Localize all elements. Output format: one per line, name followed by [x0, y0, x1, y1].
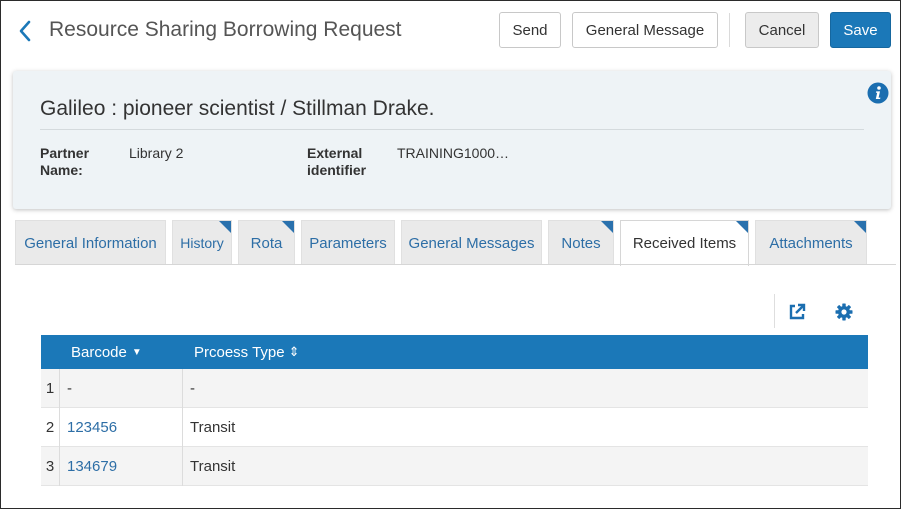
tab-history[interactable]: History: [172, 220, 232, 265]
tab-attachments[interactable]: Attachments: [755, 220, 867, 265]
column-separator: [182, 447, 183, 486]
request-title: Galileo : pioneer scientist / Stillman D…: [40, 97, 435, 120]
partner-name-label: Partner Name:: [40, 145, 89, 179]
sort-desc-icon: ▼: [131, 346, 142, 358]
header-divider: [729, 13, 730, 47]
tab-general-information[interactable]: General Information: [15, 220, 166, 265]
tab-label: Notes: [561, 234, 601, 252]
tab-label: General Information: [24, 234, 157, 252]
tab-corner-indicator: [219, 221, 231, 233]
column-label: Barcode: [71, 343, 127, 361]
process-type-cell: -: [190, 380, 195, 397]
export-icon[interactable]: [787, 302, 807, 322]
gear-icon[interactable]: [834, 302, 854, 322]
tab-notes[interactable]: Notes: [548, 220, 614, 265]
request-summary-card: Galileo : pioneer scientist / Stillman D…: [13, 71, 891, 209]
tab-label: History: [180, 235, 224, 251]
tab-label: Received Items: [632, 235, 737, 252]
received-items-table: Barcode ▼ Prcoess Type ⇕ 1 - - 2 123456 …: [41, 335, 868, 486]
column-header-barcode[interactable]: Barcode ▼: [71, 335, 142, 369]
tab-corner-indicator: [282, 221, 294, 233]
tab-parameters[interactable]: Parameters: [301, 220, 395, 265]
table-row: 2 123456 Transit: [41, 408, 868, 447]
save-button[interactable]: Save: [830, 12, 891, 48]
row-number: 3: [41, 447, 60, 486]
tab-corner-indicator: [601, 221, 613, 233]
barcode-cell: -: [67, 380, 72, 397]
row-number: 1: [41, 369, 60, 408]
tab-baseline: [15, 264, 896, 265]
row-number: 2: [41, 408, 60, 447]
external-label-line-1: External: [307, 145, 363, 161]
tab-label: Attachments: [769, 234, 853, 252]
tab-corner-indicator: [854, 221, 866, 233]
toolbar-divider: [774, 294, 775, 328]
partner-label-line-2: Name:: [40, 162, 83, 178]
back-button[interactable]: [13, 17, 37, 45]
external-identifier-label: External identifier: [307, 145, 366, 179]
barcode-link[interactable]: 123456: [67, 408, 117, 447]
process-type-cell: Transit: [190, 458, 236, 475]
sort-icon: ⇕: [288, 344, 300, 359]
table-row: 1 - -: [41, 369, 868, 408]
table-header: Barcode ▼ Prcoess Type ⇕: [41, 335, 868, 369]
page-header: Resource Sharing Borrowing Request Send …: [1, 1, 900, 61]
partner-label-line-1: Partner: [40, 145, 90, 161]
partner-name-value: Library 2: [129, 145, 184, 161]
tab-general-messages[interactable]: General Messages: [401, 220, 542, 265]
info-icon[interactable]: [867, 82, 889, 104]
process-type-cell: Transit: [190, 419, 236, 436]
column-separator: [182, 408, 183, 447]
page-title: Resource Sharing Borrowing Request: [49, 18, 402, 41]
tab-received-items[interactable]: Received Items: [620, 220, 749, 266]
send-button[interactable]: Send: [499, 12, 561, 48]
tab-corner-indicator: [736, 221, 748, 233]
tab-label: General Messages: [408, 234, 535, 252]
chevron-left-icon: [19, 20, 31, 42]
general-message-button[interactable]: General Message: [572, 12, 718, 48]
app-window: Resource Sharing Borrowing Request Send …: [0, 0, 901, 509]
card-divider: [40, 129, 864, 130]
external-identifier-value: TRAINING1000…: [397, 145, 510, 161]
column-label: Prcoess Type: [194, 343, 285, 361]
column-separator: [182, 369, 183, 408]
tab-rota[interactable]: Rota: [238, 220, 295, 265]
tab-label: Parameters: [309, 234, 387, 252]
cancel-button[interactable]: Cancel: [745, 12, 819, 48]
barcode-link[interactable]: 134679: [67, 447, 117, 486]
tab-label: Rota: [250, 234, 283, 252]
external-label-line-2: identifier: [307, 162, 367, 178]
table-row: 3 134679 Transit: [41, 447, 868, 486]
tab-bar: General Information History Rota Paramet…: [1, 220, 900, 266]
column-header-process-type[interactable]: Prcoess Type ⇕: [194, 335, 300, 369]
